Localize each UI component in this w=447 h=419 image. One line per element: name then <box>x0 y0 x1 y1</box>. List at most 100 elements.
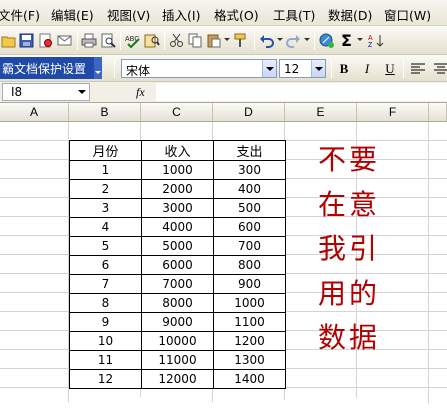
toolbar-separator <box>77 31 78 50</box>
table-cell[interactable]: 8 <box>69 293 142 313</box>
header-cell-income[interactable]: 收入 <box>141 140 214 161</box>
font-size-select[interactable]: 12 <box>279 59 326 78</box>
menu-edit[interactable]: 编辑(E) <box>51 5 94 24</box>
toolbar-separator <box>114 59 115 78</box>
table-cell[interactable]: 7 <box>69 274 142 294</box>
column-header-a[interactable]: A <box>0 103 69 121</box>
open-folder-icon[interactable] <box>0 32 17 49</box>
menu-bar: 文件(F) 编辑(E) 视图(V) 插入(I) 格式(O) 工具(T) 数据(D… <box>0 0 447 26</box>
copy-icon[interactable] <box>187 32 204 49</box>
table-cell[interactable]: 700 <box>213 236 286 256</box>
table-cell[interactable]: 10000 <box>141 331 214 351</box>
document-protection-dropdown[interactable] <box>94 57 102 79</box>
menu-view[interactable]: 视图(V) <box>107 5 150 24</box>
research-icon[interactable] <box>143 32 160 49</box>
hyperlink-icon[interactable] <box>318 32 335 49</box>
formula-input[interactable] <box>156 83 447 101</box>
column-header-d[interactable]: D <box>213 103 285 121</box>
menu-file[interactable]: 文件(F) <box>0 5 40 24</box>
chevron-down-icon[interactable] <box>78 90 86 94</box>
column-header-g[interactable] <box>429 103 447 121</box>
menu-insert[interactable]: 插入(I) <box>162 5 200 24</box>
table-row: 5 5000 700 <box>69 236 286 256</box>
paste-icon[interactable] <box>205 32 222 49</box>
table-cell[interactable]: 9000 <box>141 312 214 332</box>
align-left-icon[interactable] <box>407 59 429 79</box>
table-cell[interactable]: 900 <box>213 274 286 294</box>
menu-data[interactable]: 数据(D) <box>328 5 372 24</box>
header-cell-month[interactable]: 月份 <box>69 140 142 161</box>
table-cell[interactable]: 6 <box>69 255 142 275</box>
chevron-down-icon[interactable] <box>311 60 325 77</box>
table-cell[interactable]: 8000 <box>141 293 214 313</box>
font-name-value: 宋体 <box>126 64 151 78</box>
menu-format[interactable]: 格式(O) <box>214 5 259 24</box>
table-cell[interactable]: 2 <box>69 179 142 199</box>
sort-ascending-icon[interactable]: AZ <box>367 32 384 49</box>
header-cell-expense[interactable]: 支出 <box>213 140 286 161</box>
table-cell[interactable]: 10 <box>69 331 142 351</box>
table-cell[interactable]: 9 <box>69 312 142 332</box>
svg-text:Z: Z <box>368 42 373 48</box>
menu-window[interactable]: 窗口(W) <box>384 5 431 24</box>
table-cell[interactable]: 1100 <box>213 312 286 332</box>
table-cell[interactable]: 4000 <box>141 217 214 237</box>
undo-icon[interactable] <box>258 32 275 49</box>
permission-icon[interactable] <box>37 32 54 49</box>
print-preview-icon[interactable] <box>99 32 116 49</box>
spelling-icon[interactable]: ABC <box>124 32 141 49</box>
table-cell[interactable]: 1000 <box>141 160 214 180</box>
print-icon[interactable] <box>80 32 97 49</box>
column-header-b[interactable]: B <box>69 103 141 121</box>
paste-dropdown-icon[interactable] <box>224 38 230 41</box>
table-cell[interactable]: 3 <box>69 198 142 218</box>
table-cell[interactable]: 1300 <box>213 350 286 370</box>
align-center-icon[interactable] <box>430 59 447 79</box>
table-cell[interactable]: 6000 <box>141 255 214 275</box>
insert-function-icon[interactable]: fx <box>136 85 145 100</box>
table-cell[interactable]: 5000 <box>141 236 214 256</box>
redo-dropdown-icon[interactable] <box>304 38 310 41</box>
cut-icon[interactable] <box>168 32 185 49</box>
table-cell[interactable]: 1 <box>69 160 142 180</box>
bold-button[interactable]: B <box>333 59 355 79</box>
table-cell[interactable]: 800 <box>213 255 286 275</box>
table-cell[interactable]: 600 <box>213 217 286 237</box>
table-cell[interactable]: 3000 <box>141 198 214 218</box>
toolbar-separator <box>164 31 165 50</box>
font-name-select[interactable]: 宋体 <box>121 59 277 78</box>
table-cell[interactable]: 7000 <box>141 274 214 294</box>
format-painter-icon[interactable] <box>232 32 249 49</box>
formula-bar: I8 fx <box>0 82 447 103</box>
chevron-down-icon[interactable] <box>262 60 276 77</box>
table-cell[interactable]: 1200 <box>213 331 286 351</box>
table-cell[interactable]: 11 <box>69 350 142 370</box>
autosum-icon[interactable]: Σ <box>338 32 355 49</box>
undo-dropdown-icon[interactable] <box>277 38 283 41</box>
font-size-value: 12 <box>284 62 300 76</box>
column-header-e[interactable]: E <box>285 103 357 121</box>
column-header-c[interactable]: C <box>141 103 213 121</box>
autosum-dropdown-icon[interactable] <box>357 38 363 41</box>
standard-toolbar: ABC Σ AZ <box>0 26 447 55</box>
menu-tools[interactable]: 工具(T) <box>273 5 315 24</box>
toolbar-separator <box>314 31 315 50</box>
table-cell[interactable]: 4 <box>69 217 142 237</box>
document-protection-button[interactable]: 霸文档保护设置 <box>0 57 94 79</box>
column-headers: A B C D E F <box>0 103 447 122</box>
table-cell[interactable]: 2000 <box>141 179 214 199</box>
watermark-line: 在意 <box>318 187 381 221</box>
column-header-f[interactable]: F <box>357 103 429 121</box>
name-box[interactable]: I8 <box>2 83 90 101</box>
italic-button[interactable]: I <box>356 59 378 79</box>
table-cell[interactable]: 300 <box>213 160 286 180</box>
save-icon[interactable] <box>18 32 35 49</box>
redo-icon[interactable] <box>285 32 302 49</box>
table-cell[interactable]: 400 <box>213 179 286 199</box>
table-cell[interactable]: 11000 <box>141 350 214 370</box>
underline-button[interactable]: U <box>379 59 401 79</box>
table-cell[interactable]: 500 <box>213 198 286 218</box>
table-cell[interactable]: 1000 <box>213 293 286 313</box>
table-cell[interactable]: 5 <box>69 236 142 256</box>
email-icon[interactable] <box>56 32 73 49</box>
